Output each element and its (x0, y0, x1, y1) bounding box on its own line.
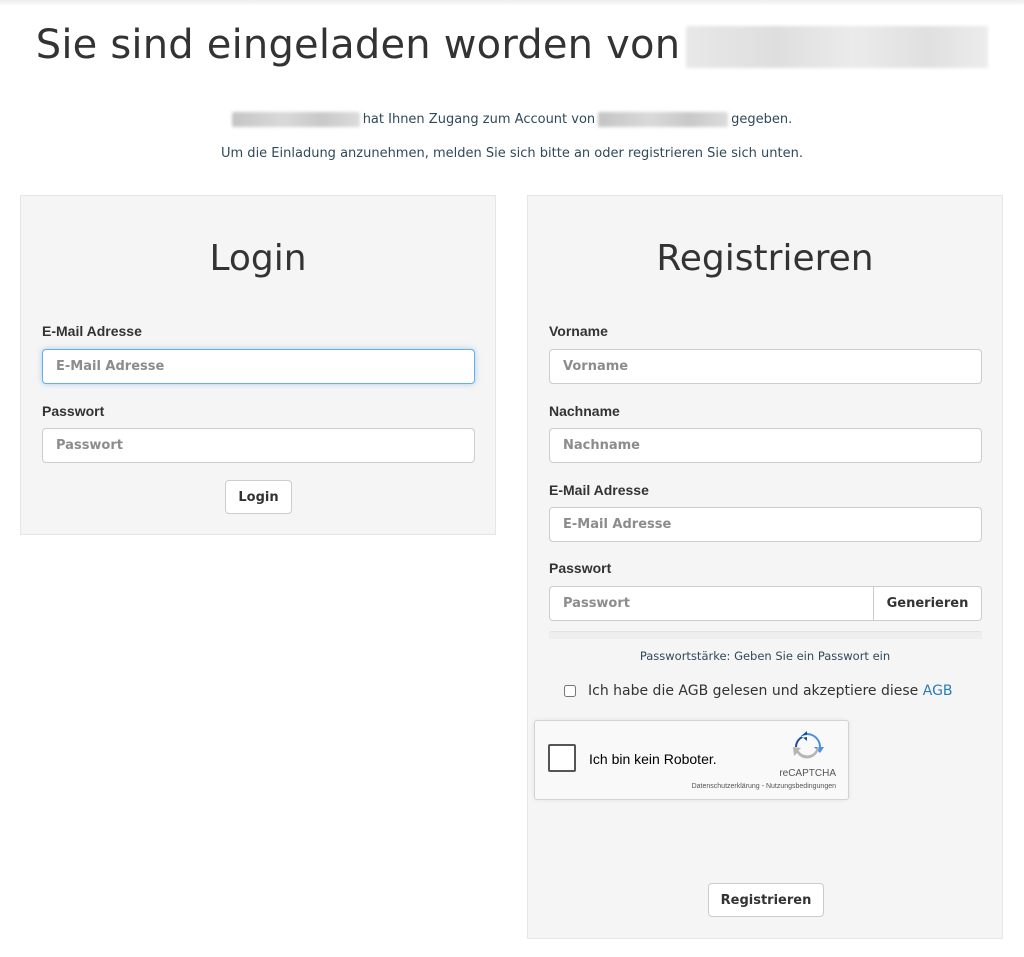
register-button[interactable]: Registrieren (708, 883, 824, 917)
password-strength-text: Passwortstärke: Geben Sie ein Passwort e… (639, 649, 891, 663)
login-button[interactable]: Login (225, 480, 292, 514)
password-strength-bar (549, 631, 982, 639)
invitation-given-text: gegeben. (731, 112, 793, 127)
agb-checkbox[interactable] (564, 685, 576, 697)
login-password-label: Passwort (42, 403, 105, 419)
redacted-account-name (598, 112, 729, 127)
register-email-label: E-Mail Adresse (549, 482, 649, 498)
firstname-label: Vorname (549, 323, 608, 339)
register-password-label: Passwort (549, 560, 612, 576)
recaptcha-brand: reCAPTCHA (779, 768, 836, 779)
invitation-info: hat Ihnen Zugang zum Account von gegeben. (0, 112, 1024, 127)
page-title: Sie sind eingeladen worden von (0, 22, 1024, 68)
register-panel: Registrieren Vorname Nachname E-Mail Adr… (527, 195, 1003, 939)
top-shadow (0, 0, 1024, 6)
recaptcha-terms-link[interactable]: Nutzungsbedingungen (766, 783, 836, 790)
register-email-input[interactable] (549, 507, 982, 542)
recaptcha-links: Datenschutzerklärung - Nutzungsbedingung… (692, 783, 836, 790)
recaptcha-label: Ich bin kein Roboter. (589, 751, 717, 767)
login-title: Login (209, 238, 307, 279)
redacted-inviter-name (686, 26, 989, 68)
login-panel: Login E-Mail Adresse Passwort Login (20, 195, 496, 535)
login-password-input[interactable] (42, 428, 475, 463)
lastname-label: Nachname (549, 403, 620, 419)
redacted-user-name (231, 112, 360, 127)
recaptcha-checkbox[interactable] (548, 744, 576, 772)
register-title: Registrieren (656, 238, 874, 279)
lastname-input[interactable] (549, 428, 982, 463)
agb-text: Ich habe die AGB gelesen und akzeptiere … (588, 683, 919, 699)
invitation-access-text: hat Ihnen Zugang zum Account von (362, 112, 596, 127)
recaptcha-widget: Ich bin kein Roboter. reCAPTCHA Datensch… (534, 720, 849, 800)
recaptcha-logo-icon (793, 731, 824, 759)
page-title-text: Sie sind eingeladen worden von (35, 22, 681, 68)
agb-row[interactable]: Ich habe die AGB gelesen und akzeptiere … (564, 683, 953, 699)
firstname-input[interactable] (549, 349, 982, 384)
agb-link[interactable]: AGB (923, 683, 953, 699)
login-email-input[interactable] (42, 349, 475, 384)
recaptcha-privacy-link[interactable]: Datenschutzerklärung (692, 783, 760, 790)
generate-password-button[interactable]: Generieren (874, 586, 982, 621)
register-password-input[interactable] (549, 586, 874, 621)
login-email-label: E-Mail Adresse (42, 323, 142, 339)
invitation-instruction: Um die Einladung anzunehmen, melden Sie … (221, 146, 803, 161)
